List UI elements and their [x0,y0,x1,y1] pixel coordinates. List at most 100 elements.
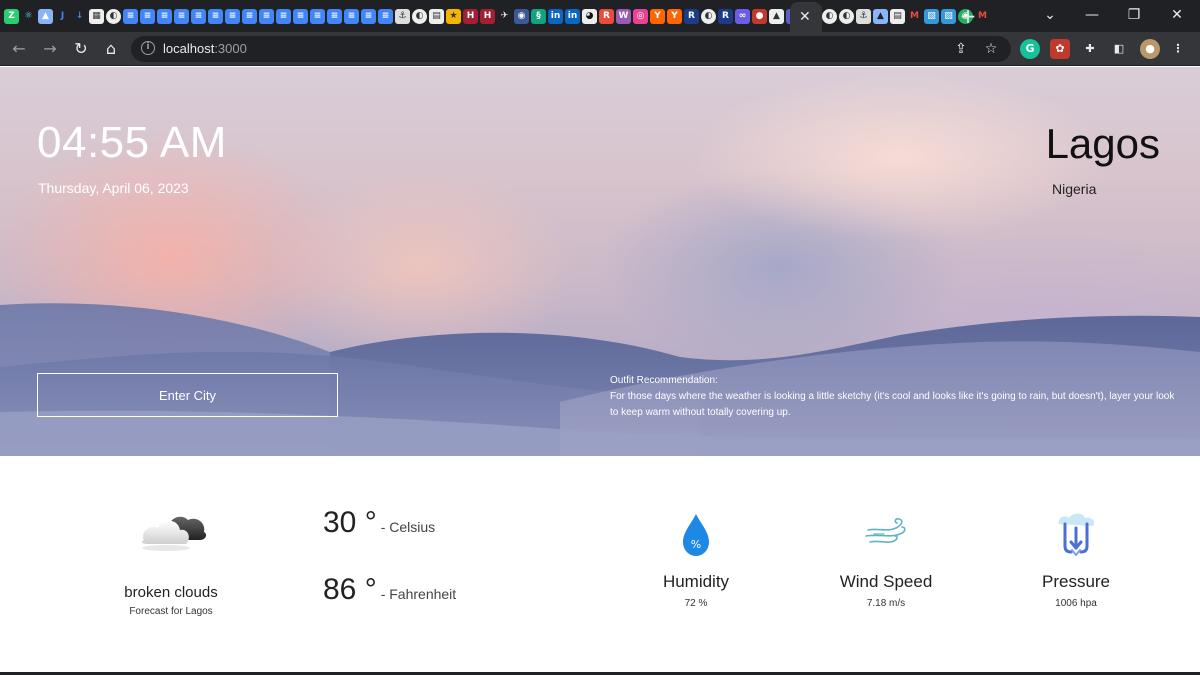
tab-favicon-icon[interactable]: Y [650,8,665,24]
url-host: localhost [163,41,215,56]
back-arrow-icon[interactable]: ← [8,38,30,60]
hero-banner: 04:55 AM Thursday, April 06, 2023 Lagos … [0,67,1200,456]
tab-favicon-icon[interactable]: ◎ [633,8,648,24]
tab-favicon-icon[interactable]: W [616,8,631,24]
tab-favicon-icon[interactable]: H [463,8,478,24]
docs-tab-icon[interactable]: ≡ [344,8,359,24]
wind-speed-label: Wind Speed [839,572,933,591]
tab-favicon-icon[interactable]: ▲ [769,8,784,24]
extensions-puzzle-icon[interactable]: ✚ [1080,39,1100,59]
site-info-icon[interactable]: i [141,41,155,55]
tab-favicon-icon[interactable]: H [480,8,495,24]
tab-favicon-icon[interactable]: ★ [446,8,461,24]
url-port: :3000 [214,41,247,56]
reload-icon[interactable]: ↻ [70,38,92,60]
tab-favicon-icon[interactable]: R [718,8,733,24]
city-name: Lagos [1045,120,1160,167]
docs-tab-icon[interactable]: ≡ [157,8,172,24]
docs-tab-icon[interactable]: ≡ [276,8,291,24]
docs-tab-icon[interactable]: ≡ [327,8,342,24]
weather-details: broken clouds Forecast for Lagos 30 ° - C… [0,456,1200,672]
docs-tab-icon[interactable]: ≡ [174,8,189,24]
linkedin-tab-icon[interactable]: in [548,8,563,24]
docs-tab-icon[interactable]: ≡ [310,8,325,24]
share-icon[interactable]: ⇪ [951,40,971,58]
tab-favicon-icon[interactable]: Z [4,8,19,24]
tab-favicon-icon[interactable]: ⚓ [395,8,410,24]
docs-tab-icon[interactable]: ≡ [361,8,376,24]
extension-icon[interactable]: ✿ [1050,39,1070,59]
tab-favicon-icon[interactable]: ⚛ [21,9,36,24]
wind-speed-value: 7.18 m/s [866,598,906,609]
pressure-metric: Pressure 1006 hpa [986,510,1166,609]
tab-favicon-icon[interactable]: ◐ [822,8,837,24]
tab-favicon-icon[interactable]: J [55,9,70,24]
docs-tab-icon[interactable]: ≡ [123,8,138,24]
linkedin-tab-icon[interactable]: in [565,8,580,24]
broken-clouds-icon [141,516,207,551]
tab-favicon-icon[interactable]: ◐ [839,8,854,24]
tab-favicon-icon[interactable]: ◐ [106,8,121,24]
grammarly-extension-icon[interactable]: G [1020,39,1040,59]
tab-favicon-icon[interactable]: ◐ [412,8,427,24]
tab-favicon-icon[interactable]: ▲ [873,8,888,24]
tab-favicon-icon[interactable]: ∞ [735,8,750,24]
address-url[interactable]: localhost:3000 [163,40,247,58]
tab-favicon-icon[interactable]: ▦ [89,8,104,24]
tab-favicon-icon[interactable]: ◐ [701,8,716,24]
docs-tab-icon[interactable]: ≡ [225,8,240,24]
tab-favicon-icon[interactable]: ✈ [497,9,512,24]
pressure-icon [1058,513,1095,556]
new-tab-button[interactable]: + [958,4,978,28]
tab-search-icon[interactable]: ⌄ [1035,4,1065,26]
active-tab[interactable]: ✕ [790,2,822,32]
minimize-window-icon[interactable]: — [1077,4,1107,26]
tab-favicon-icon[interactable]: ▲ [38,8,53,24]
current-date: Thursday, April 06, 2023 [38,180,189,196]
tab-favicon-icon[interactable]: ▤ [890,8,905,24]
home-icon[interactable]: ⌂ [100,38,122,60]
tab-favicon-icon[interactable]: ▤ [429,8,444,24]
tab-favicon-icon[interactable]: ● [752,8,767,24]
pressure-label: Pressure [1041,572,1111,591]
temperature-fahrenheit: 86 ° - Fahrenheit [323,573,456,607]
humidity-metric: % Humidity 72 % [606,510,786,609]
close-window-icon[interactable]: ✕ [1162,4,1192,26]
forecast-location: Forecast for Lagos [129,606,213,617]
github-tab-icon[interactable]: ◕ [582,8,597,24]
docs-tab-icon[interactable]: ≡ [259,8,274,24]
docs-tab-icon[interactable]: ≡ [378,8,393,24]
city-search-input[interactable] [37,373,338,417]
profile-avatar[interactable]: ● [1140,39,1160,59]
docs-tab-icon[interactable]: ≡ [140,8,155,24]
docs-tab-icon[interactable]: ≡ [242,8,257,24]
gmail-tab-icon[interactable]: M [907,9,922,24]
weather-condition: broken clouds [124,584,218,601]
tab-favicon-icon[interactable]: R [684,8,699,24]
pressure-value: 1006 hpa [1055,598,1097,609]
tab-favicon-icon[interactable]: ⚓ [856,8,871,24]
address-bar[interactable]: i localhost:3000 ⇪ ☆ [131,36,1011,62]
tab-favicon-icon[interactable]: ▧ [924,8,939,24]
humidity-label: Humidity [662,572,730,591]
browser-tab-strip: Z ⚛ ▲ J ↓ ▦ ◐ ≡ ≡ ≡ ≡ ≡ ≡ ≡ ≡ ≡ ≡ ≡ ≡ ≡ … [0,0,1200,32]
tab-favicon-icon[interactable]: ↓ [72,9,87,24]
docs-tab-icon[interactable]: ≡ [191,8,206,24]
wind-icon [865,518,906,543]
wind-speed-metric: Wind Speed 7.18 m/s [796,510,976,609]
fahrenheit-value: 86 ° [323,573,377,606]
restore-window-icon[interactable]: ❐ [1119,4,1149,26]
country-name: Nigeria [1052,181,1097,197]
bookmark-star-icon[interactable]: ☆ [981,40,1001,58]
side-panel-icon[interactable]: ◧ [1109,39,1129,59]
forward-arrow-icon[interactable]: → [39,38,61,60]
docs-tab-icon[interactable]: ≡ [293,8,308,24]
docs-tab-icon[interactable]: ≡ [208,8,223,24]
browser-menu-icon[interactable]: ⋮ [1168,39,1188,59]
tab-favicon-icon[interactable]: Y [667,8,682,24]
tab-favicon-icon[interactable]: § [531,8,546,24]
tab-close-icon[interactable]: ✕ [799,7,811,27]
tab-favicon-icon[interactable]: ▧ [941,8,956,24]
tab-favicon-icon[interactable]: ◉ [514,8,529,24]
tab-favicon-icon[interactable]: R [599,8,614,24]
